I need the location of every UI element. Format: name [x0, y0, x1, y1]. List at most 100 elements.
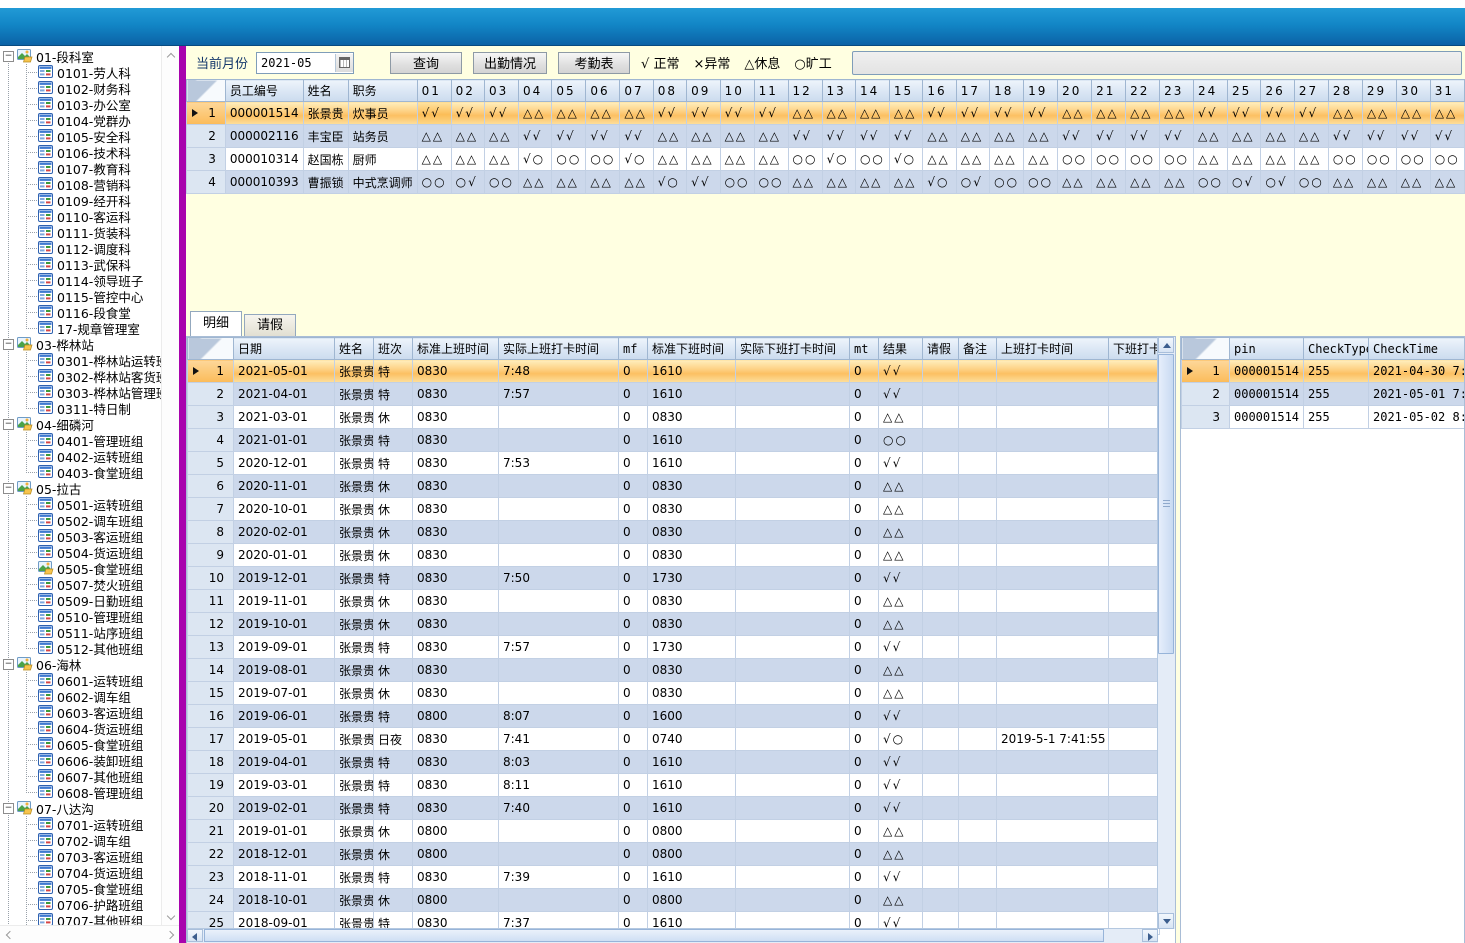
- actual-in-cell[interactable]: [499, 889, 619, 912]
- day-column-header[interactable]: 29: [1362, 80, 1396, 102]
- day-mark-cell[interactable]: △△: [417, 148, 451, 171]
- result-cell[interactable]: √√: [879, 705, 923, 728]
- table-row[interactable]: 242018-10-01张景贵休0800008000△△: [188, 889, 1160, 912]
- mt-cell[interactable]: 0: [850, 613, 879, 636]
- day-mark-cell[interactable]: ○○: [1294, 171, 1328, 194]
- mt-cell[interactable]: 0: [850, 475, 879, 498]
- leave-cell[interactable]: [923, 682, 959, 705]
- day-mark-cell[interactable]: √○: [923, 171, 956, 194]
- date-cell[interactable]: 2020-12-01: [234, 452, 335, 475]
- table-row[interactable]: 182019-04-01张景贵特08308:03016100√√: [188, 751, 1160, 774]
- shift-cell[interactable]: 日夜: [374, 728, 413, 751]
- name-cell[interactable]: 张景贵: [335, 820, 374, 843]
- checkin-time-cell[interactable]: 2019-5-1 7:41:55: [997, 728, 1109, 751]
- calendar-button[interactable]: [335, 54, 353, 72]
- row-indicator[interactable]: 10: [188, 567, 234, 590]
- name-cell[interactable]: 张景贵: [335, 521, 374, 544]
- row-indicator[interactable]: 17: [188, 728, 234, 751]
- row-indicator[interactable]: 6: [188, 475, 234, 498]
- name-cell[interactable]: 张景贵: [335, 360, 374, 383]
- column-header[interactable]: 上班打卡时间: [997, 338, 1109, 360]
- mt-cell[interactable]: 0: [850, 728, 879, 751]
- checkout-time-cell[interactable]: [1109, 452, 1160, 475]
- day-mark-cell[interactable]: ○○: [1328, 148, 1362, 171]
- day-mark-cell[interactable]: ○√: [1228, 171, 1261, 194]
- mt-cell[interactable]: 0: [850, 774, 879, 797]
- day-mark-cell[interactable]: △△: [586, 102, 620, 125]
- table-row[interactable]: 2000002116丰宝臣站务员△△△△△△√√√√√√√√△△△△△△△△√√…: [187, 125, 1465, 148]
- std-out-cell[interactable]: 0830: [648, 498, 736, 521]
- detail-vertical-scrollbar[interactable]: [1157, 337, 1175, 929]
- actual-out-cell[interactable]: [736, 820, 850, 843]
- table-row[interactable]: 92020-01-01张景贵休0830008300△△: [188, 544, 1160, 567]
- table-row[interactable]: 152019-07-01张景贵休0830008300△△: [188, 682, 1160, 705]
- checkin-time-cell[interactable]: [997, 475, 1109, 498]
- actual-in-cell[interactable]: [499, 406, 619, 429]
- std-out-cell[interactable]: 0740: [648, 728, 736, 751]
- checkin-time-cell[interactable]: [997, 544, 1109, 567]
- column-header[interactable]: 结果: [879, 338, 923, 360]
- shift-cell[interactable]: 特: [374, 636, 413, 659]
- day-mark-cell[interactable]: ○○: [1396, 148, 1430, 171]
- table-row[interactable]: 212019-01-01张景贵休0800008000△△: [188, 820, 1160, 843]
- mt-cell[interactable]: 0: [850, 590, 879, 613]
- checkout-time-cell[interactable]: [1109, 498, 1160, 521]
- std-in-cell[interactable]: 0830: [413, 452, 499, 475]
- name-cell[interactable]: 曹振锁: [303, 171, 348, 194]
- panel-splitter[interactable]: [179, 46, 186, 943]
- column-header[interactable]: CheckTime: [1369, 338, 1465, 360]
- name-cell[interactable]: 张景贵: [335, 590, 374, 613]
- row-indicator[interactable]: 3: [1182, 406, 1230, 429]
- checkin-time-cell[interactable]: [997, 636, 1109, 659]
- date-cell[interactable]: 2019-11-01: [234, 590, 335, 613]
- day-column-header[interactable]: 16: [923, 80, 956, 102]
- day-mark-cell[interactable]: ○○: [1024, 171, 1058, 194]
- actual-out-cell[interactable]: [736, 544, 850, 567]
- actual-out-cell[interactable]: [736, 383, 850, 406]
- mf-cell[interactable]: 0: [619, 452, 648, 475]
- day-mark-cell[interactable]: △△: [1126, 102, 1160, 125]
- leave-cell[interactable]: [923, 797, 959, 820]
- day-mark-cell[interactable]: △△: [586, 171, 620, 194]
- date-cell[interactable]: 2020-02-01: [234, 521, 335, 544]
- table-row[interactable]: 62020-11-01张景贵休0830008300△△: [188, 475, 1160, 498]
- table-row[interactable]: 142019-08-01张景贵休0830008300△△: [188, 659, 1160, 682]
- std-in-cell[interactable]: 0830: [413, 751, 499, 774]
- name-cell[interactable]: 丰宝臣: [303, 125, 348, 148]
- day-mark-cell[interactable]: √√: [417, 102, 451, 125]
- day-mark-cell[interactable]: △△: [1261, 148, 1294, 171]
- day-mark-cell[interactable]: ○○: [1160, 148, 1194, 171]
- shift-cell[interactable]: 休: [374, 889, 413, 912]
- std-out-cell[interactable]: 0830: [648, 406, 736, 429]
- row-indicator[interactable]: 3: [187, 148, 226, 171]
- actual-out-cell[interactable]: [736, 475, 850, 498]
- day-mark-cell[interactable]: △△: [889, 102, 922, 125]
- shift-cell[interactable]: 特: [374, 360, 413, 383]
- day-mark-cell[interactable]: △△: [653, 148, 686, 171]
- checkout-time-cell[interactable]: [1109, 682, 1160, 705]
- day-column-header[interactable]: 14: [855, 80, 889, 102]
- day-mark-cell[interactable]: △△: [620, 102, 653, 125]
- month-input[interactable]: [257, 53, 335, 73]
- day-mark-cell[interactable]: △△: [1228, 148, 1261, 171]
- day-mark-cell[interactable]: √√: [1396, 125, 1430, 148]
- mt-cell[interactable]: 0: [850, 751, 879, 774]
- checkin-time-cell[interactable]: [997, 705, 1109, 728]
- shift-cell[interactable]: 特: [374, 383, 413, 406]
- mf-cell[interactable]: 0: [619, 636, 648, 659]
- date-cell[interactable]: 2020-10-01: [234, 498, 335, 521]
- leave-cell[interactable]: [923, 521, 959, 544]
- minus-expander-icon[interactable]: −: [3, 803, 14, 814]
- column-header[interactable]: 员工编号: [225, 80, 303, 102]
- day-mark-cell[interactable]: △△: [990, 148, 1024, 171]
- day-column-header[interactable]: 10: [720, 80, 754, 102]
- tree-vertical-scrollbar[interactable]: [161, 46, 179, 926]
- table-row[interactable]: 202019-02-01张景贵特08307:40016100√√: [188, 797, 1160, 820]
- title-cell[interactable]: 中式烹调师: [348, 171, 417, 194]
- day-mark-cell[interactable]: √√: [1092, 125, 1126, 148]
- note-cell[interactable]: [959, 751, 997, 774]
- day-column-header[interactable]: 31: [1430, 80, 1464, 102]
- note-cell[interactable]: [959, 728, 997, 751]
- checkin-time-cell[interactable]: [997, 774, 1109, 797]
- table-row[interactable]: 192019-03-01张景贵特08308:11016100√√: [188, 774, 1160, 797]
